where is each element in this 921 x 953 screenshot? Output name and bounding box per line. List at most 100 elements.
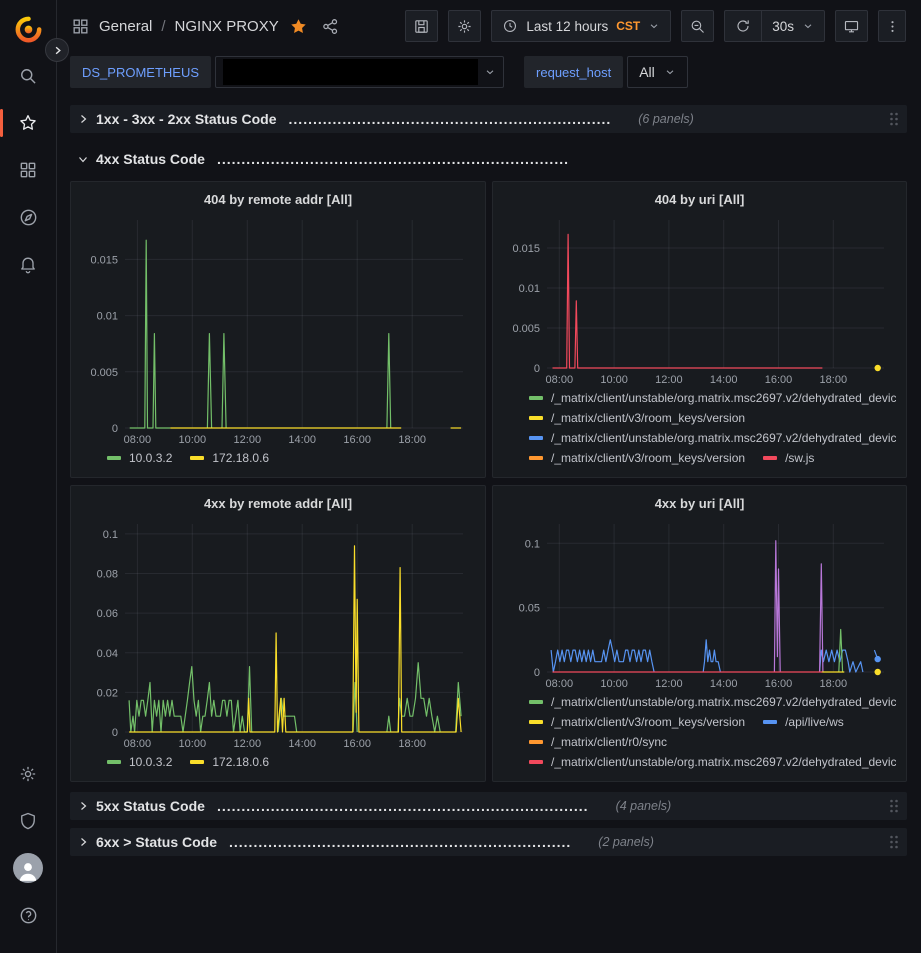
legend-label: /api/live/ws [785, 715, 844, 729]
sidebar-item-alerting[interactable] [7, 243, 49, 285]
row-drag-handle[interactable] [888, 834, 900, 850]
chart-svg: 00.050.108:0010:0012:0014:0016:0018:00 [503, 516, 896, 692]
datasource-select[interactable] [215, 56, 504, 88]
sidebar-item-configuration[interactable] [7, 753, 49, 795]
submenu: DS_PROMETHEUS request_host All [57, 52, 921, 96]
panel-title[interactable]: 4xx by uri [All] [503, 490, 896, 516]
row-panel-count: (2 panels) [598, 835, 654, 849]
sidebar-item-explore[interactable] [7, 196, 49, 238]
legend-item[interactable]: /_matrix/client/unstable/org.matrix.msc2… [529, 695, 896, 709]
panel-title[interactable]: 4xx by remote addr [All] [81, 490, 475, 516]
refresh-button[interactable] [725, 11, 761, 41]
time-range-button[interactable]: Last 12 hours CST [492, 11, 670, 41]
save-dashboard-button[interactable] [405, 10, 438, 42]
legend-item[interactable]: 172.18.0.6 [190, 451, 269, 465]
legend-item[interactable]: /_matrix/client/v3/room_keys/version [529, 451, 745, 465]
clock-icon [502, 18, 518, 34]
row-drag-handle[interactable] [888, 798, 900, 814]
legend-item[interactable]: /_matrix/client/v3/room_keys/version [529, 411, 745, 425]
legend-item[interactable]: /sw.js [763, 451, 814, 465]
legend-item[interactable]: 10.0.3.2 [107, 451, 172, 465]
variable-label-request-host[interactable]: request_host [524, 56, 623, 88]
panel-404-by-remote-addr: 404 by remote addr [All] 00.0050.010.015… [70, 181, 486, 478]
row-title: 6xx > Status Code [96, 834, 217, 850]
time-picker: Last 12 hours CST [491, 10, 671, 42]
row-leader-dots: ........................................… [217, 151, 569, 167]
row-header-1xx[interactable]: 1xx - 3xx - 2xx Status Code ............… [70, 105, 907, 133]
kebab-menu-icon[interactable] [878, 10, 906, 42]
chart-404-by-uri[interactable]: 00.0050.010.01508:0010:0012:0014:0016:00… [503, 212, 896, 388]
panel-grid-row-1: 404 by remote addr [All] 0 0.005 0.01 0.015… [70, 181, 907, 478]
row-leader-dots: ........................................… [229, 834, 571, 850]
panel-title[interactable]: 404 by uri [All] [503, 186, 896, 212]
sidebar [0, 0, 57, 953]
legend-label: /_matrix/client/unstable/org.matrix.msc2… [551, 755, 896, 769]
row-title: 5xx Status Code [96, 798, 205, 814]
tv-mode-button[interactable] [835, 10, 868, 42]
svg-text:0.015: 0.015 [90, 254, 118, 266]
chart-404-by-remote-addr[interactable]: 00.0050.010.01508:0010:0012:0014:0016:00… [81, 212, 475, 448]
breadcrumb-title[interactable]: NGINX PROXY [175, 18, 279, 35]
variable-label-ds-prometheus[interactable]: DS_PROMETHEUS [70, 56, 211, 88]
svg-text:0: 0 [534, 363, 540, 375]
legend-item[interactable]: /_matrix/client/r0/sync [529, 735, 667, 749]
legend-label: /_matrix/client/v3/room_keys/version [551, 715, 745, 729]
sidebar-collapse-button[interactable] [45, 38, 69, 62]
svg-text:14:00: 14:00 [710, 678, 738, 690]
search-icon[interactable] [7, 55, 49, 97]
row-header-6xx[interactable]: 6xx > Status Code ......................… [70, 828, 907, 856]
time-range-label: Last 12 hours [526, 19, 608, 34]
legend-label: 172.18.0.6 [212, 451, 269, 465]
row-panel-count: (4 panels) [616, 799, 672, 813]
row-title: 4xx Status Code [96, 151, 205, 167]
sidebar-item-starred[interactable] [7, 102, 49, 144]
svg-text:12:00: 12:00 [655, 374, 683, 386]
svg-text:0.1: 0.1 [525, 538, 540, 550]
svg-text:18:00: 18:00 [820, 678, 848, 690]
legend-item[interactable]: /_matrix/client/v3/room_keys/version [529, 715, 745, 729]
chart-svg: 00.0050.010.01508:0010:0012:0014:0016:00… [503, 212, 896, 388]
user-avatar[interactable] [7, 847, 49, 889]
chart-4xx-by-remote-addr[interactable]: 00.020.040.060.080.108:0010:0012:0014:00… [81, 516, 475, 752]
row-panel-count: (6 panels) [638, 112, 694, 126]
share-icon[interactable] [318, 14, 343, 39]
legend-label: /sw.js [785, 451, 814, 465]
svg-text:0.005: 0.005 [90, 367, 118, 379]
dashboard-settings-button[interactable] [448, 10, 481, 42]
request-host-select[interactable]: All [627, 56, 688, 88]
svg-text:0.01: 0.01 [97, 311, 118, 323]
breadcrumb-section[interactable]: General [99, 18, 152, 35]
row-header-5xx[interactable]: 5xx Status Code ........................… [70, 792, 907, 820]
legend-label: 10.0.3.2 [129, 755, 172, 769]
legend-item[interactable]: 10.0.3.2 [107, 755, 172, 769]
chart-4xx-by-uri[interactable]: 00.050.108:0010:0012:0014:0016:0018:00 [503, 516, 896, 692]
legend-item[interactable]: /_matrix/client/unstable/org.matrix.msc2… [529, 755, 896, 769]
chevron-down-icon [664, 66, 676, 78]
panel-title[interactable]: 404 by remote addr [All] [81, 186, 475, 212]
star-dashboard-icon[interactable] [286, 14, 311, 39]
legend-item[interactable]: /_matrix/client/unstable/org.matrix.msc2… [529, 431, 896, 445]
chart-svg: 00.0050.010.01508:0010:0012:0014:0016:00… [81, 212, 475, 448]
legend-item[interactable]: 172.18.0.6 [190, 755, 269, 769]
svg-text:0: 0 [534, 667, 540, 679]
sidebar-item-dashboards[interactable] [7, 149, 49, 191]
dashboard-canvas: 1xx - 3xx - 2xx Status Code ............… [57, 96, 921, 953]
row-drag-handle[interactable] [888, 111, 900, 127]
row-header-4xx[interactable]: 4xx Status Code ........................… [70, 145, 907, 173]
zoom-out-time-button[interactable] [681, 10, 714, 42]
legend-label: /_matrix/client/unstable/org.matrix.msc2… [551, 431, 896, 445]
navbar: General / NGINX PROXY [57, 0, 921, 52]
legend-label: /_matrix/client/v3/room_keys/version [551, 411, 745, 425]
breadcrumb-separator: / [161, 18, 165, 35]
help-icon[interactable] [7, 894, 49, 936]
svg-text:0.015: 0.015 [512, 243, 540, 255]
grafana-logo-icon[interactable] [7, 8, 49, 50]
legend-item[interactable]: /_matrix/client/unstable/org.matrix.msc2… [529, 391, 896, 405]
svg-text:08:00: 08:00 [124, 434, 152, 446]
svg-text:0.01: 0.01 [519, 283, 540, 295]
panel-4xx-by-remote-addr: 4xx by remote addr [All] 00.020.040.060.… [70, 485, 486, 782]
sidebar-item-server-admin[interactable] [7, 800, 49, 842]
svg-text:16:00: 16:00 [343, 434, 371, 446]
legend-item[interactable]: /api/live/ws [763, 715, 844, 729]
refresh-interval-button[interactable]: 30s [761, 11, 824, 41]
